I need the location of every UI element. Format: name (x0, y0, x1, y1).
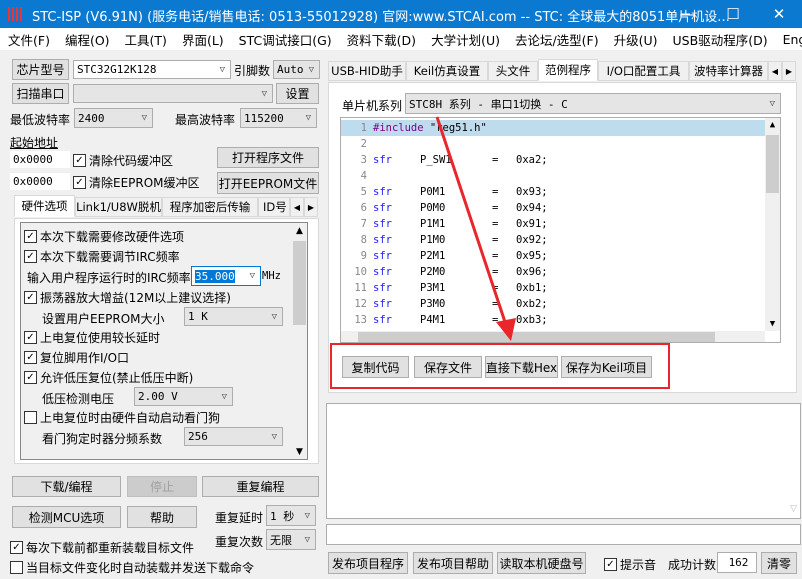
clear-count-button[interactable]: 清零 (761, 552, 797, 574)
success-count-label: 成功计数 (668, 558, 717, 572)
sound-checkbox[interactable]: ✓ 提示音 (604, 556, 656, 573)
success-count-value: 162 (717, 552, 757, 573)
output-log[interactable]: ▽ (326, 403, 801, 519)
checkbox-checked-icon: ✓ (604, 558, 617, 571)
read-disk-id-button[interactable]: 读取本机硬盘号 (497, 552, 586, 574)
publish-program-button[interactable]: 发布项目程序 (328, 552, 408, 574)
sound-label: 提示音 (620, 558, 657, 572)
scroll-down-icon[interactable]: ▽ (790, 504, 797, 514)
publish-help-button[interactable]: 发布项目帮助 (413, 552, 493, 574)
status-field (326, 524, 801, 545)
